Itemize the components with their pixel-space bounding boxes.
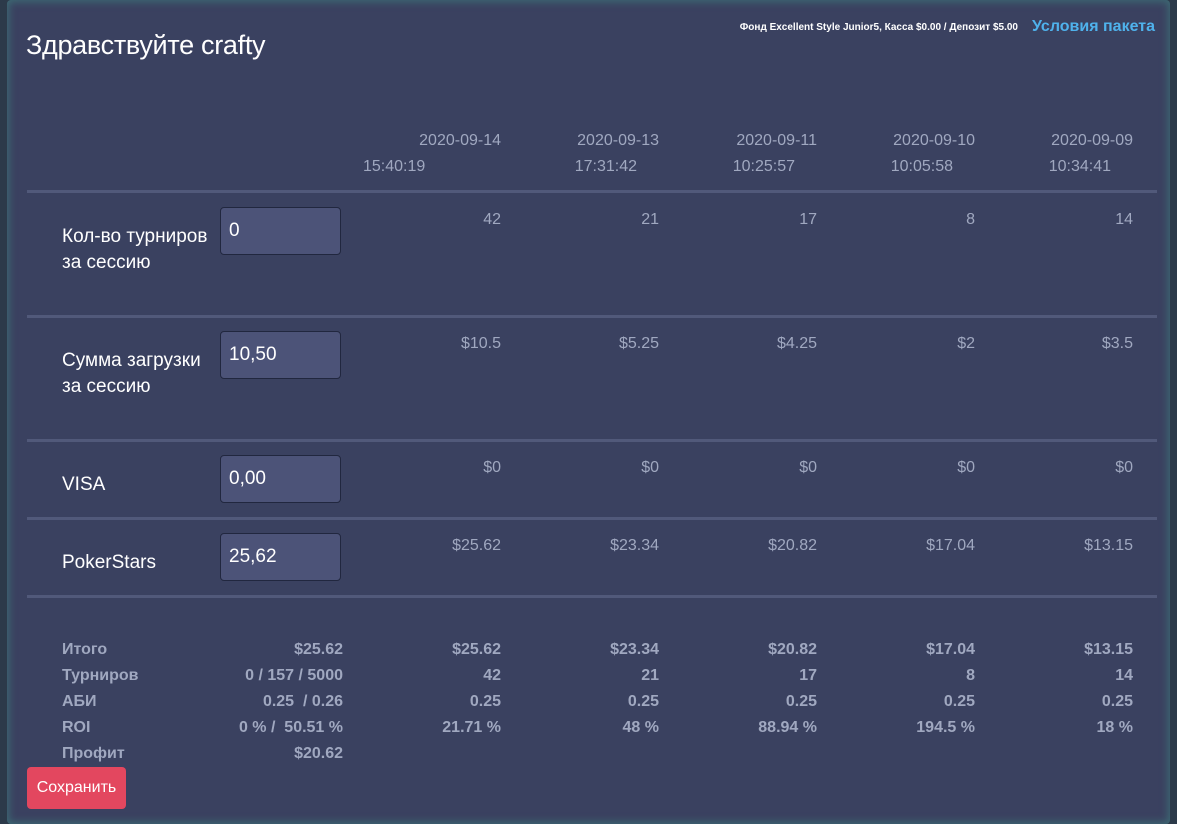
visa-input[interactable] (220, 455, 341, 503)
summary-cell: 21 (641, 667, 659, 684)
session-header: 2020-09-10 10:05:58 (835, 128, 975, 180)
row-label-buyin-sum: Сумма загрузки за сессию (62, 350, 201, 397)
summary-cell: 0.25 (469, 693, 501, 710)
session-date: 2020-09-11 (736, 132, 817, 149)
visa-cell: $0 (483, 459, 501, 476)
summary-label-roi: ROI (62, 719, 91, 736)
buyin-sum-cell: $2 (957, 335, 975, 352)
summary-cell: 21.71 % (442, 719, 501, 736)
session-date: 2020-09-09 (1051, 132, 1133, 149)
session-header: 2020-09-13 17:31:42 (519, 128, 659, 180)
summary-cell: $13.15 (1084, 641, 1133, 658)
row-divider (27, 595, 1157, 598)
buyin-sum-cell: $3.5 (1101, 335, 1133, 352)
summary-cell: 17 (799, 667, 817, 684)
visa-cell: $0 (641, 459, 659, 476)
summary-cell: $20.82 (768, 641, 817, 658)
summary-cell: 8 (966, 667, 975, 684)
session-header: 2020-09-14 15:40:19 (361, 128, 501, 180)
session-header: 2020-09-09 10:34:41 (993, 128, 1133, 180)
session-time: 10:34:41 (1048, 158, 1111, 175)
summary-cell: 88.94 % (758, 719, 817, 736)
tournaments-cell: 14 (1115, 211, 1133, 228)
row-label-tournaments: Кол-во турниров за сессию (62, 226, 208, 273)
summary-label-abi: АБИ (62, 693, 97, 710)
save-button[interactable]: Сохранить (27, 767, 126, 809)
summary-cell: 0.25 (785, 693, 817, 710)
buyin-sum-cell: $10.5 (460, 335, 501, 352)
row-divider (27, 439, 1157, 442)
pokerstars-cell: $23.34 (610, 537, 659, 554)
pokerstars-cell: $20.82 (768, 537, 817, 554)
summary-cell: 0.25 (1101, 693, 1133, 710)
visa-cell: $0 (957, 459, 975, 476)
row-divider (27, 517, 1157, 520)
buyin-sum-cell: $5.25 (618, 335, 659, 352)
tournaments-cell: 21 (641, 211, 659, 228)
summary-total: 0.25 / 0.26 (262, 693, 343, 710)
summary-cell: 194.5 % (916, 719, 975, 736)
row-label-pokerstars: PokerStars (62, 552, 156, 573)
summary-total: $25.62 (294, 641, 343, 658)
buyin-sum-cell: $4.25 (776, 335, 817, 352)
tournaments-cell: 42 (483, 211, 501, 228)
pokerstars-cell: $13.15 (1084, 537, 1133, 554)
pokerstars-cell: $25.62 (452, 537, 501, 554)
session-time: 15:40:19 (363, 158, 426, 175)
visa-cell: $0 (1115, 459, 1133, 476)
summary-cell: $17.04 (926, 641, 975, 658)
summary-total: 0 / 157 / 5000 (245, 667, 343, 684)
summary-label-tournaments: Турниров (62, 667, 139, 684)
summary-cell: $23.34 (610, 641, 659, 658)
buyin-sum-input[interactable] (220, 331, 341, 379)
session-time: 10:05:58 (890, 158, 953, 175)
row-label-visa: VISA (62, 474, 106, 495)
summary-cell: 0.25 (627, 693, 659, 710)
summary-cell: 18 % (1096, 719, 1133, 736)
summary-cell: 42 (483, 667, 501, 684)
summary-label-total: Итого (62, 641, 108, 658)
summary-cell: 48 % (622, 719, 659, 736)
session-date: 2020-09-14 (419, 132, 501, 149)
visa-cell: $0 (799, 459, 817, 476)
summary-cell: 0.25 (943, 693, 975, 710)
session-time: 17:31:42 (574, 158, 637, 175)
row-divider (27, 315, 1157, 318)
tournaments-cell: 17 (799, 211, 817, 228)
session-date: 2020-09-10 (893, 132, 975, 149)
summary-total: 0 % / 50.51 % (238, 719, 343, 736)
session-date: 2020-09-13 (577, 132, 659, 149)
session-time: 10:25:57 (732, 158, 795, 175)
session-header: 2020-09-11 10:25:57 (677, 128, 817, 180)
summary-label-profit: Профит (62, 745, 125, 762)
pokerstars-cell: $17.04 (926, 537, 975, 554)
row-divider (27, 190, 1157, 193)
page-title: Здравствуйте crafty (26, 30, 266, 60)
tournaments-cell: 8 (966, 211, 975, 228)
summary-cell: 14 (1115, 667, 1133, 684)
fund-info: Фонд Excellent Style Junior5, Касса $0.0… (739, 22, 1018, 33)
summary-cell: $25.62 (452, 641, 501, 658)
package-terms-link[interactable]: Условия пакета (1032, 18, 1155, 36)
tournaments-count-input[interactable] (220, 207, 341, 255)
summary-total: $20.62 (294, 745, 343, 762)
pokerstars-input[interactable] (220, 533, 341, 581)
